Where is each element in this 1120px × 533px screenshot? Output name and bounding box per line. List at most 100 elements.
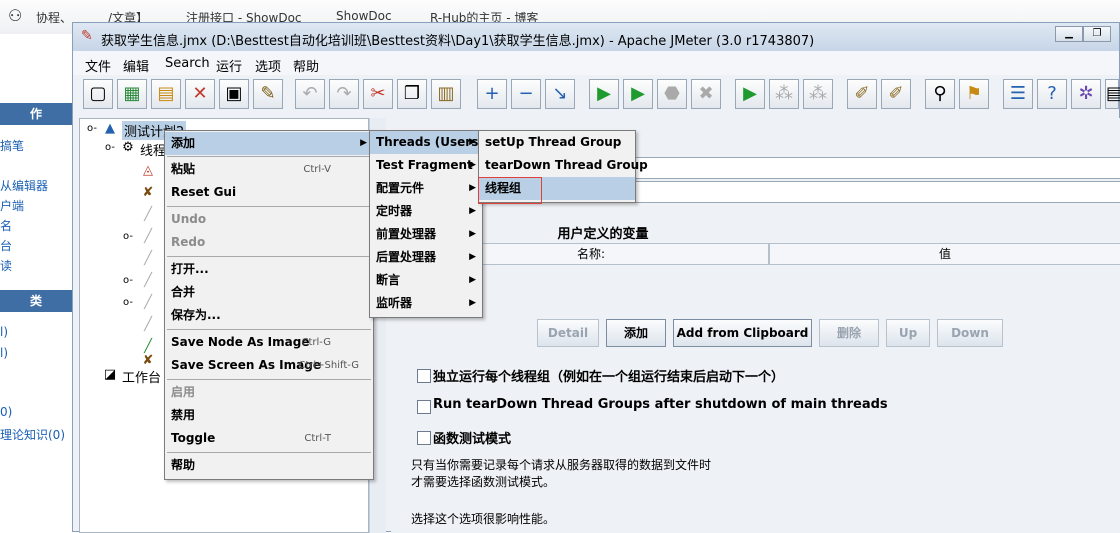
tools-icon[interactable]: ✘ [140,185,156,201]
maximize-button[interactable]: ❐ [1083,26,1111,42]
paste-icon[interactable]: ▥ [431,79,461,109]
menu-item-add[interactable]: 添加 ▶ [165,132,373,155]
remote-start-icon[interactable]: ▶ [735,79,765,109]
submenu-item-post-processor[interactable]: 后置处理器 ▶ [370,246,482,269]
tree-node-thread-group[interactable]: 线程 [140,140,166,159]
submenu-item-assertion[interactable]: 断言 ▶ [370,269,482,292]
save-as-icon[interactable]: ✎ [253,79,283,109]
tree-handle-icon[interactable]: o- [84,121,100,137]
sidebar-link[interactable]: 户端 [0,197,24,214]
tree-handle-icon[interactable]: o- [120,273,136,289]
help-icon[interactable]: ? [1037,79,1067,109]
sidebar-link[interactable]: 理论知识(0) [0,426,65,443]
sampler-icon[interactable]: ╱ [140,317,156,333]
clear-icon[interactable]: ✐ [847,79,877,109]
menu-item-save-screen-image[interactable]: Save Screen As Image Ctrl+Shift-G [165,354,373,377]
menu-edit[interactable]: 编辑 [123,56,149,75]
templates-icon[interactable]: ▦ [117,79,147,109]
menu-file[interactable]: 文件 [85,56,111,75]
menu-item-disable[interactable]: 禁用 [165,404,373,427]
reset-search-icon[interactable]: ⚑ [959,79,989,109]
submenu-item-test-fragment[interactable]: Test Fragment ▶ [370,154,482,177]
menu-item-open[interactable]: 打开... [165,258,373,281]
menu-item-undo[interactable]: Undo [165,208,373,231]
menu-item-merge[interactable]: 合并 [165,281,373,304]
collapse-icon[interactable]: − [511,79,541,109]
menu-separator [167,156,371,157]
menu-search[interactable]: Search [165,56,210,71]
sampler-icon[interactable]: ╱ [140,229,156,245]
sampler-icon[interactable]: ╱ [140,273,156,289]
sidebar-link[interactable]: l) [0,346,8,360]
minimize-button[interactable]: ▁ [1055,26,1083,42]
tree-node-workbench[interactable]: 工作台 [122,367,161,386]
undo-icon[interactable]: ↶ [295,79,325,109]
expand-icon[interactable]: + [477,79,507,109]
sampler-icon[interactable]: ╱ [140,295,156,311]
add-button[interactable]: 添加 [606,319,666,347]
menu-options[interactable]: 选项 [255,56,281,75]
clear-all-icon[interactable]: ✐ [881,79,911,109]
new-icon[interactable]: ▢ [83,79,113,109]
menu-item-save-node-image[interactable]: Save Node As Image Ctrl-G [165,331,373,354]
browser-tab[interactable]: 协程、 [36,9,72,26]
cut-icon[interactable]: ✂ [363,79,393,109]
tree-handle-icon[interactable]: o- [102,140,118,156]
sidebar-link[interactable]: 台 [0,237,12,254]
options-icon[interactable]: ✲ [1071,79,1101,109]
function-helper-icon[interactable]: ☰ [1003,79,1033,109]
tree-handle-icon[interactable]: o- [120,295,136,311]
browser-tab[interactable]: ShowDoc [336,9,392,23]
submenu-item-timer[interactable]: 定时器 ▶ [370,200,482,223]
start-no-timers-icon[interactable]: ▶ [623,79,653,109]
run-groups-consecutively-checkbox[interactable] [417,369,431,383]
column-header-value[interactable]: 值 [769,243,1120,265]
run-teardown-checkbox[interactable] [417,400,431,414]
menu-item-reset-gui[interactable]: Reset Gui [165,181,373,204]
sidebar-link[interactable]: l) [0,325,8,339]
copy-icon[interactable]: ❐ [397,79,427,109]
stop-icon[interactable]: ⬣ [657,79,687,109]
down-button[interactable]: Down [937,319,1003,347]
sidebar-link[interactable]: 从编辑器 [0,177,48,194]
up-button[interactable]: Up [886,319,930,347]
start-icon[interactable]: ▶ [589,79,619,109]
submenu-item-listener[interactable]: 监听器 ▶ [370,292,482,315]
submenu-item-setup-thread-group[interactable]: setUp Thread Group [479,131,635,154]
listener-icon[interactable]: ◬ [140,163,156,179]
submenu-item-threads[interactable]: Threads (Users) ▶ [370,131,484,154]
sidebar-link[interactable]: 搞笔 [0,137,24,154]
remote-stop-icon[interactable]: ⁂ [769,79,799,109]
redo-icon[interactable]: ↷ [329,79,359,109]
submenu-item-pre-processor[interactable]: 前置处理器 ▶ [370,223,482,246]
submenu-item-teardown-thread-group[interactable]: tearDown Thread Group [479,154,648,177]
tree-handle-icon[interactable]: o- [120,229,136,245]
sidebar-link[interactable]: 读 [0,257,12,274]
menu-item-enable[interactable]: 启用 [165,381,373,404]
menu-item-save-as[interactable]: 保存为... [165,304,373,327]
sidebar-link[interactable]: 0) [0,405,12,419]
sidebar-link[interactable]: 名 [0,217,12,234]
menu-item-paste[interactable]: 粘贴 Ctrl-V [165,158,373,181]
menu-help[interactable]: 帮助 [293,56,319,75]
variables-table-body[interactable] [413,265,1120,311]
detail-button[interactable]: Detail [537,319,599,347]
menu-item-help[interactable]: 帮助 [165,454,373,477]
submenu-item-config[interactable]: 配置元件 ▶ [370,177,482,200]
toggle-icon[interactable]: ↘ [545,79,575,109]
menu-run[interactable]: 运行 [216,56,242,75]
open-icon[interactable]: ▤ [151,79,181,109]
save-icon[interactable]: ▣ [219,79,249,109]
close-file-icon[interactable]: ✕ [185,79,215,109]
shutdown-icon[interactable]: ✖ [691,79,721,109]
menu-item-redo[interactable]: Redo [165,231,373,254]
search-icon[interactable]: ⚲ [925,79,955,109]
sampler-icon[interactable]: ╱ [140,207,156,223]
log-icon[interactable]: ▤ [1105,79,1120,109]
remote-shutdown-icon[interactable]: ⁂ [803,79,833,109]
menu-item-toggle[interactable]: Toggle Ctrl-T [165,427,373,450]
sampler-icon[interactable]: ╱ [140,251,156,267]
delete-button[interactable]: 删除 [819,319,879,347]
add-from-clipboard-button[interactable]: Add from Clipboard [673,319,812,347]
functional-test-mode-checkbox[interactable] [417,431,431,445]
